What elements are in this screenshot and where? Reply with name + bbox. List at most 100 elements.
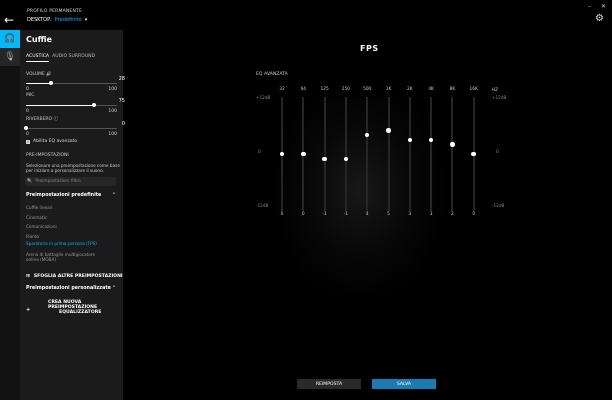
eq-band-freq: 1K (385, 87, 392, 92)
preset-search-input[interactable]: 🔍 Preimpostazioni filtro (25, 177, 116, 186)
headphones-icon[interactable]: 🎧 (0, 30, 20, 48)
eq-band-track[interactable] (366, 97, 369, 211)
db-mid-left: 0 (258, 149, 261, 154)
equalizer: +12dB 0 -12dB HZ +12dB 0 -12dB 32 0 64 0 125… (256, 85, 506, 225)
eq-band-track[interactable] (344, 97, 347, 211)
eq-band-freq: 2K (407, 87, 413, 92)
preset-item[interactable]: Pianto (26, 234, 98, 239)
eq-band-track[interactable] (387, 97, 390, 211)
eq-band-value: 3 (408, 212, 412, 217)
eq-band-knob[interactable] (322, 156, 327, 161)
eq-band-value: -1 (343, 212, 349, 217)
eq-band-freq: 250 (341, 87, 350, 92)
app-window: ← PROFILO PERMANENTE DESKTOP: Predefinit… (0, 0, 612, 400)
tab-acoustic[interactable]: ACUSTICA (26, 54, 50, 62)
volume-max: 100 (108, 87, 117, 92)
db-top-right: +12dB (492, 95, 507, 100)
mic-label: MIC (26, 93, 35, 98)
preset-item[interactable]: Arena di battaglie multigiocatore online… (26, 252, 98, 262)
eq-band-freq: 16K (469, 87, 478, 92)
reverb-slider[interactable]: 0 100 0 (24, 121, 125, 139)
eq-band-knob[interactable] (343, 156, 349, 161)
save-button[interactable]: SALVA (372, 379, 436, 389)
preset-item-selected[interactable]: Sparatorie in prima persona (FPS) (26, 241, 98, 246)
reset-button[interactable]: REIMPOSTA (297, 379, 361, 389)
eq-band-freq: 500 (363, 87, 372, 92)
preset-item[interactable]: Cuffie lineari (26, 205, 98, 210)
browse-presets-button[interactable]: ⊞ SFOGLIA ALTRE PREIMPOSTAZIONI (26, 274, 123, 279)
microphone-icon[interactable]: 🎙 (0, 48, 20, 66)
profile-name: Predefinito (54, 17, 82, 23)
profile-selector[interactable]: DESKTOP: Predefinito ▾ (27, 17, 87, 23)
speaker-icon: 🔊 (46, 72, 52, 77)
eq-band-knob[interactable] (450, 142, 455, 147)
volume-slider[interactable]: 0 100 28 (26, 76, 125, 94)
eq-band-freq: 32 (279, 87, 285, 92)
eq-band-knob[interactable] (301, 151, 306, 157)
eq-band-freq: 125 (320, 87, 329, 92)
tab-surround[interactable]: AUDIO SURROUND (52, 54, 95, 62)
close-icon[interactable]: ✕ (601, 3, 606, 10)
eq-band-freq: 8K (449, 87, 456, 92)
profile-prefix: DESKTOP: (27, 17, 52, 23)
eq-band-value: 3 (429, 212, 433, 217)
custom-presets-header[interactable]: Preimpostazioni personalizzate ⌃ (26, 286, 116, 291)
default-presets-header[interactable]: Preimpostazioni predefinite ⌃ (26, 193, 116, 198)
eq-band-value: 4 (365, 212, 369, 217)
eq-band-value: 0 (301, 212, 305, 217)
chevron-up-icon: ⌃ (111, 193, 116, 198)
volume-label: VOLUME 🔊 (26, 72, 52, 77)
presets-label: PRE-IMPOSTAZIONI (26, 153, 69, 158)
grid-icon: ⊞ (26, 274, 30, 279)
eq-band-value: 2 (451, 212, 454, 217)
reverb-min: 0 (26, 132, 29, 137)
eq-band-knob[interactable] (471, 151, 476, 157)
gear-icon[interactable]: ⚙ (595, 13, 604, 24)
eq-band-freq: 4K (428, 87, 434, 92)
reverb-label: RIVERBERO ⓘ (26, 117, 59, 122)
eq-label: EQ AVANZATA (256, 72, 288, 77)
eq-band-track[interactable] (430, 97, 433, 211)
db-bot-left: -12dB (256, 203, 269, 208)
mic-slider[interactable]: 0 100 75 (26, 98, 125, 116)
preset-title: FPS (360, 44, 379, 53)
settings-panel: Cuffie ACUSTICA AUDIO SURROUND VOLUME 🔊 … (20, 30, 125, 400)
db-bot-right: -12dB (492, 203, 505, 208)
eq-band-value: 0 (472, 212, 476, 217)
eq-advanced-checkbox[interactable]: ✓ Abilita EQ avanzato (26, 139, 77, 144)
minimize-icon[interactable]: – (588, 3, 591, 10)
hz-label: HZ (492, 87, 499, 92)
mic-min: 0 (26, 109, 29, 114)
db-mid-right: 0 (496, 149, 499, 154)
preset-item[interactable]: Cinematic (26, 215, 98, 220)
preset-item[interactable]: Comunicazioni (26, 224, 98, 229)
chevron-down-icon: ▾ (84, 17, 88, 23)
volume-value: 28 (118, 76, 125, 82)
profile-label: PROFILO PERMANENTE (27, 9, 83, 14)
db-top-left: +12dB (256, 95, 271, 100)
eq-band-track[interactable] (323, 97, 326, 211)
eq-band-value: -1 (322, 212, 327, 217)
reverb-max: 100 (108, 132, 117, 137)
info-icon: ⓘ (53, 117, 59, 122)
eq-band-track[interactable] (451, 97, 454, 211)
eq-band-track[interactable] (408, 97, 411, 211)
device-rail: 🎧 🎙 (0, 30, 20, 400)
volume-min: 0 (26, 87, 29, 92)
eq-band-knob[interactable] (386, 128, 391, 133)
eq-band-freq: 64 (300, 87, 307, 92)
eq-band-knob[interactable] (364, 132, 370, 138)
reverb-value: 0 (121, 121, 125, 127)
eq-band-knob[interactable] (428, 137, 434, 142)
back-arrow-icon[interactable]: ← (4, 13, 18, 27)
mic-max: 100 (108, 109, 117, 114)
mic-value: 75 (118, 98, 125, 104)
plus-icon: + (26, 307, 31, 313)
eq-band-knob[interactable] (407, 137, 413, 142)
eq-band-value: 5 (387, 212, 390, 217)
panel-title: Cuffie (26, 35, 52, 44)
eq-band-knob[interactable] (279, 151, 285, 157)
eq-band-value: 0 (280, 212, 284, 217)
chevron-up-icon: ⌃ (111, 286, 116, 291)
search-icon: 🔍 (27, 179, 33, 184)
